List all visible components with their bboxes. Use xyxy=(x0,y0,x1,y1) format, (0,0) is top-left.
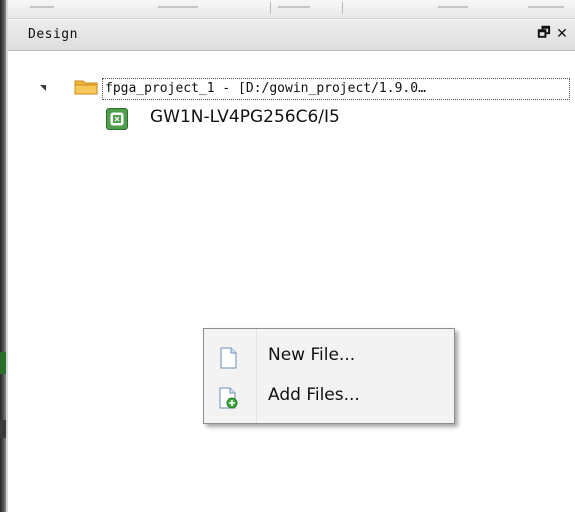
tree-item-project[interactable]: fpga_project_1 - [D:/gowin_project/1.9.0… xyxy=(8,76,575,100)
menu-item-new-file[interactable]: New File... xyxy=(204,341,454,373)
expand-arrow-icon[interactable] xyxy=(40,85,46,91)
tree-item-device[interactable]: GW1N-LV4PG256C6/I5 xyxy=(8,106,575,130)
toolbar-item[interactable] xyxy=(278,6,310,8)
device-chip-icon xyxy=(106,108,128,130)
context-menu: New File... Add Files... xyxy=(203,328,455,424)
toolbar-item[interactable] xyxy=(30,6,54,8)
menu-item-add-files[interactable]: Add Files... xyxy=(204,381,454,413)
toolbar-separator xyxy=(342,2,343,14)
add-files-icon xyxy=(219,387,238,409)
project-label[interactable]: fpga_project_1 - [D:/gowin_project/1.9.0… xyxy=(102,78,570,100)
design-tree: fpga_project_1 - [D:/gowin_project/1.9.0… xyxy=(8,50,575,512)
toolbar-item[interactable] xyxy=(438,6,468,8)
toolbar-item[interactable] xyxy=(158,6,198,8)
toolbar-item[interactable] xyxy=(528,6,564,8)
folder-icon xyxy=(74,80,98,95)
new-file-icon xyxy=(220,347,237,369)
toolbar-separator xyxy=(270,2,271,14)
restore-window-icon[interactable]: 🗗 xyxy=(535,25,553,43)
device-label[interactable]: GW1N-LV4PG256C6/I5 xyxy=(150,107,340,127)
panel-title: Design xyxy=(28,27,78,42)
close-icon[interactable]: ✕ xyxy=(553,25,571,43)
toolbar-strip xyxy=(8,0,575,19)
menu-item-label: Add Files... xyxy=(268,385,360,405)
design-panel-header: Design 🗗 ✕ xyxy=(8,19,575,51)
menu-item-label: New File... xyxy=(268,345,356,365)
